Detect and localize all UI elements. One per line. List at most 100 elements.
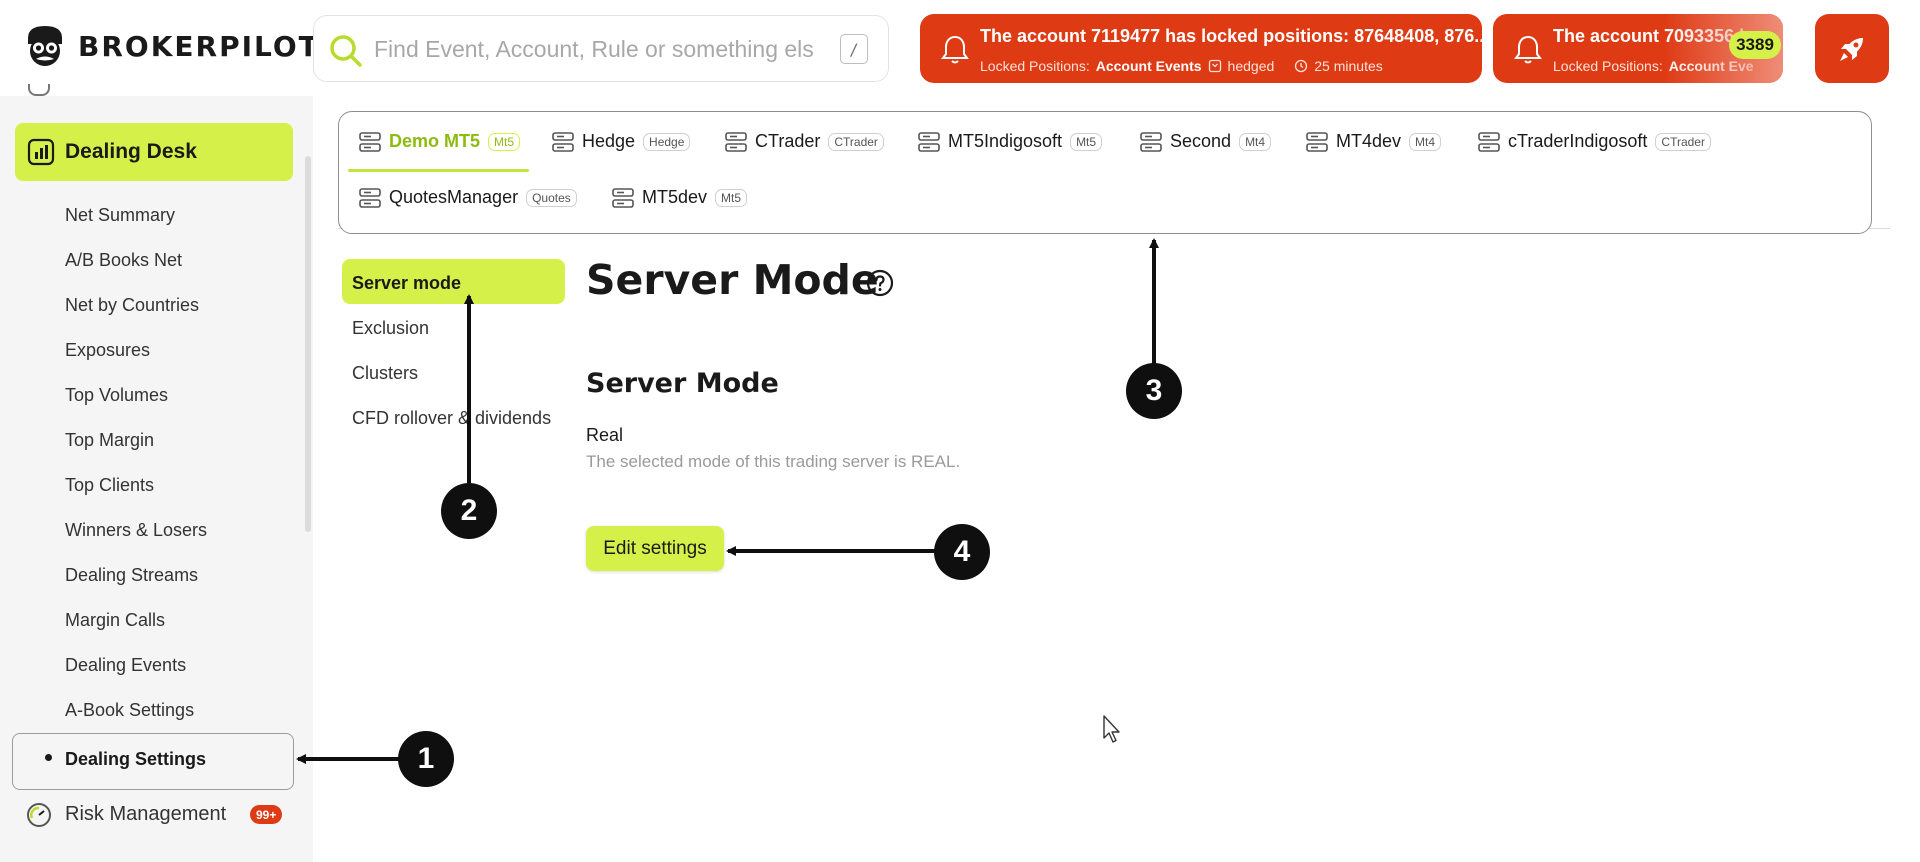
annotation-marker-2: 2 (441, 483, 497, 539)
sidebar-scrollbar[interactable] (305, 156, 311, 532)
help-icon[interactable] (866, 269, 894, 297)
risk-count-badge: 99+ (250, 805, 283, 824)
tab-name: QuotesManager (389, 187, 519, 207)
rocket-button[interactable] (1815, 14, 1889, 83)
sidebar-item-net-summary[interactable]: Net Summary (65, 205, 175, 226)
tab-ctraderindigosoft[interactable]: cTraderIndigosoft CTrader (1478, 131, 1711, 152)
clock-icon (1295, 59, 1308, 73)
sidebar-item-winners-losers[interactable]: Winners & Losers (65, 520, 207, 541)
tab-name: Second (1170, 131, 1232, 151)
tab-name: MT5Indigosoft (948, 131, 1063, 151)
tab-name: cTraderIndigosoft (1508, 131, 1648, 151)
brand-name: BROKERPILOT (78, 29, 320, 63)
sidebar-item-top-margin[interactable]: Top Margin (65, 430, 154, 451)
alert-tag: hedged (1227, 58, 1275, 74)
search-shortcut-key: / (840, 34, 868, 64)
sidebar-section-label: Risk Management (65, 803, 227, 825)
annotation-marker-4: 4 (934, 524, 990, 580)
sidebar: Dealing Desk Net Summary A/B Books Net N… (0, 84, 313, 862)
edit-settings-button[interactable]: Edit settings (586, 526, 724, 571)
tab-mt5indigosoft[interactable]: MT5Indigosoft Mt5 (918, 131, 1103, 152)
alert-count-badge[interactable]: 3389 (1729, 31, 1781, 59)
tab-name: MT5dev (642, 187, 708, 207)
sidebar-item-exposures[interactable]: Exposures (65, 340, 150, 361)
server-icon (1140, 131, 1162, 152)
sidebar-item-ab-books-net[interactable]: A/B Books Net (65, 250, 182, 271)
tab-type-badge: Mt4 (1409, 132, 1442, 151)
brand-logo[interactable]: BROKERPILOT (24, 24, 320, 68)
sidebar-section-label: Dealing Desk (65, 140, 197, 163)
pilot-logo-icon (28, 26, 62, 66)
tag-icon (1208, 59, 1221, 73)
settings-nav-server-mode[interactable]: Server mode (352, 273, 461, 294)
server-icon (1478, 131, 1500, 152)
sidebar-item-dealing-streams[interactable]: Dealing Streams (65, 565, 198, 586)
tab-type-badge: CTrader (828, 132, 884, 151)
top-bar: BROKERPILOT / The account 7119477 has lo… (0, 0, 1920, 96)
active-tab-indicator (348, 169, 529, 172)
alert-meta: Locked Positions: Account Events hedged … (980, 58, 1383, 74)
bell-icon (941, 35, 969, 64)
gauge-icon (27, 803, 51, 827)
alert-category-label: Locked Positions: (1553, 58, 1663, 74)
section-title: Server Mode (586, 368, 779, 399)
global-search[interactable]: / (313, 15, 889, 82)
server-mode-value: Real (586, 425, 624, 445)
server-icon (612, 187, 634, 208)
tab-type-badge: Hedge (643, 132, 691, 151)
tab-type-badge: Mt5 (488, 132, 521, 151)
tab-mt4dev[interactable]: MT4dev Mt4 (1306, 131, 1442, 152)
sidebar-section-dealing-desk[interactable]: Dealing Desk (15, 123, 293, 181)
server-icon (359, 131, 381, 152)
tab-type-badge: Mt5 (715, 188, 748, 207)
sidebar-item-net-by-countries[interactable]: Net by Countries (65, 295, 199, 316)
server-icon (552, 131, 574, 152)
sidebar-item-top-volumes[interactable]: Top Volumes (65, 385, 168, 406)
active-bullet (45, 754, 52, 761)
settings-nav-exclusion[interactable]: Exclusion (352, 318, 429, 339)
tab-quotesmanager[interactable]: QuotesManager Quotes (359, 187, 577, 208)
tab-type-badge: Quotes (526, 188, 577, 207)
annotation-marker-1: 1 (398, 731, 454, 787)
settings-nav-clusters[interactable]: Clusters (352, 363, 418, 384)
annotation-marker-3: 3 (1126, 363, 1182, 419)
bell-icon (1514, 35, 1542, 64)
sidebar-item-label: Dealing Settings (65, 749, 207, 769)
alert-category-label: Locked Positions: (980, 58, 1090, 74)
alert-meta: Locked Positions: Account Eve (1553, 58, 1754, 74)
settings-nav-cfd-rollover[interactable]: CFD rollover & dividends (352, 408, 551, 429)
rocket-icon (1840, 37, 1863, 61)
tab-hedge[interactable]: Hedge Hedge (552, 131, 691, 152)
mouse-cursor-icon (1103, 715, 1120, 743)
search-input[interactable] (374, 30, 814, 68)
sidebar-item-margin-calls[interactable]: Margin Calls (65, 610, 165, 631)
tab-type-badge: CTrader (1655, 132, 1711, 151)
sidebar-item-dealing-events[interactable]: Dealing Events (65, 655, 186, 676)
alert-title: The account 7093356 h (1553, 26, 1751, 46)
collapsed-section-icon (28, 84, 50, 96)
alert-category-value: Account Eve (1668, 58, 1754, 74)
sidebar-item-dealing-settings[interactable]: Dealing Settings (12, 733, 294, 790)
alert-title: The account 7119477 has locked positions… (980, 26, 1482, 46)
search-icon (330, 35, 362, 67)
tab-demo-mt5[interactable]: Demo MT5 Mt5 (359, 131, 521, 152)
tab-mt5dev[interactable]: MT5dev Mt5 (612, 187, 748, 208)
alert-category-value: Account Events (1095, 58, 1202, 74)
tab-type-badge: Mt5 (1070, 132, 1103, 151)
server-icon (725, 131, 747, 152)
tab-name: Hedge (582, 131, 636, 151)
tab-ctrader[interactable]: CTrader CTrader (725, 131, 884, 152)
server-icon (1306, 131, 1328, 152)
tab-type-badge: Mt4 (1239, 132, 1272, 151)
server-icon (359, 187, 381, 208)
sidebar-section-risk-management[interactable]: Risk Management 99+ (26, 802, 283, 828)
server-icon (918, 131, 940, 152)
tab-name: Demo MT5 (389, 131, 481, 151)
sidebar-item-top-clients[interactable]: Top Clients (65, 475, 154, 496)
tab-name: CTrader (755, 131, 821, 151)
chart-icon (27, 138, 55, 166)
alert-notification[interactable]: The account 7119477 has locked positions… (920, 14, 1482, 83)
tab-second[interactable]: Second Mt4 (1140, 131, 1272, 152)
sidebar-item-a-book-settings[interactable]: A-Book Settings (65, 700, 194, 721)
page-title: Server Mode (586, 256, 879, 304)
